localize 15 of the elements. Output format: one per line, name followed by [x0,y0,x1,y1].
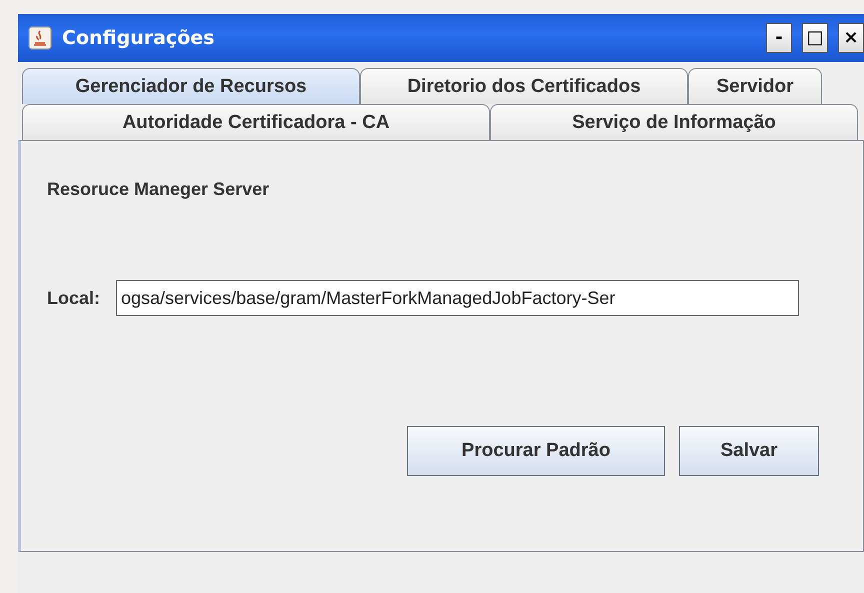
input-field[interactable]: ogsa/services/base/gram/MasterForkManagedJobFactory-Ser [116,280,800,316]
field-label: Local: [47,288,100,308]
tab[interactable]: Gerenciador de Recursos [22,68,360,104]
tab[interactable]: Diretorio dos Certificados [360,68,688,104]
java-icon [28,26,52,50]
search-default-button[interactable]: Procurar Padrão [407,426,665,476]
tab[interactable]: Servidor [688,68,822,104]
tab[interactable]: Autoridade Certificadora - CA [22,104,490,140]
tab[interactable]: Serviço de Informação [490,104,858,140]
minimize-button[interactable]: - [766,23,792,53]
window-title: Configurações [62,27,216,49]
close-button[interactable]: × [838,23,864,53]
maximize-button[interactable]: □ [802,23,828,53]
section-heading: Resoruce Maneger Server [47,179,270,200]
save-button[interactable]: Salvar [679,426,819,476]
